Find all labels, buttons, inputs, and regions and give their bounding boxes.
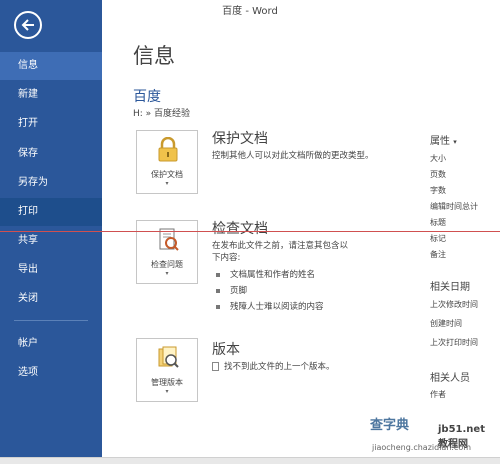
document-small-icon <box>212 362 219 371</box>
properties-header[interactable]: 属性 ▾ <box>430 132 457 147</box>
dropdown-arrow-icon: ▾ <box>165 180 169 187</box>
versions-section-description: 找不到此文件的上一个版本。 <box>212 361 335 373</box>
inspect-section-title: 检查文档 <box>212 221 268 237</box>
people-label: 作者 <box>430 390 446 399</box>
window-title: 百度 - Word <box>222 6 278 17</box>
sidebar-item-close[interactable]: 关闭 <box>0 285 102 313</box>
inspect-bullet-item: 页脚 <box>216 284 247 296</box>
document-path[interactable]: H: » 百度经验 <box>133 106 190 119</box>
dropdown-arrow-icon: ▾ <box>165 388 169 395</box>
inspect-bullet-item: 残障人士难以阅读的内容 <box>216 300 324 312</box>
sidebar-item-new[interactable]: 新建 <box>0 81 102 109</box>
protect-document-button[interactable]: 保护文档 ▾ <box>136 130 198 194</box>
property-label: 标题 <box>430 218 446 227</box>
property-label: 大小 <box>430 154 446 163</box>
sidebar-item-open[interactable]: 打开 <box>0 110 102 138</box>
sidebar-item-account[interactable]: 帐户 <box>0 330 102 358</box>
sidebar-divider <box>14 320 88 321</box>
watermark-url: jiaocheng.chazidian.com <box>372 443 472 452</box>
watermark-text: 查字典 <box>370 418 410 433</box>
manage-versions-button[interactable]: 管理版本 ▾ <box>136 338 198 402</box>
date-label: 创建时间 <box>430 319 462 328</box>
protect-section-description: 控制其他人可以对此文档所做的更改类型。 <box>212 151 374 161</box>
property-label: 页数 <box>430 170 446 179</box>
check-for-issues-label: 检查问题 <box>151 260 183 269</box>
document-name: 百度 <box>133 89 161 105</box>
dropdown-arrow-icon: ▾ <box>453 138 457 146</box>
inspect-bullet-item: 文档属性和作者的姓名 <box>216 268 315 280</box>
versions-section-title: 版本 <box>212 342 240 358</box>
property-label: 备注 <box>430 250 446 259</box>
sidebar-item-save-as[interactable]: 另存为 <box>0 169 102 197</box>
inspect-section-description-line1: 在发布此文件之前，请注意其包含以 <box>212 241 349 251</box>
sidebar-item-options[interactable]: 选项 <box>0 359 102 387</box>
property-label: 字数 <box>430 186 446 195</box>
date-label: 上次修改时间 <box>430 300 478 309</box>
check-for-issues-button[interactable]: 检查问题 ▾ <box>136 220 198 284</box>
property-label: 编辑时间总计 <box>430 202 478 211</box>
annotation-line <box>0 231 500 232</box>
property-label: 标记 <box>430 234 446 243</box>
back-arrow-icon <box>21 19 34 31</box>
sidebar-item-print[interactable]: 打印 <box>0 198 102 226</box>
protect-document-label: 保护文档 <box>151 170 183 179</box>
related-dates-header: 相关日期 <box>430 282 470 293</box>
manage-versions-label: 管理版本 <box>151 378 183 387</box>
versions-icon <box>158 346 179 368</box>
inspect-section-description-line2: 下内容: <box>212 253 241 263</box>
sidebar-item-save[interactable]: 保存 <box>0 140 102 168</box>
date-label: 上次打印时间 <box>430 338 478 347</box>
sidebar-item-info[interactable]: 信息 <box>0 52 102 80</box>
lock-icon <box>158 137 178 162</box>
page-title: 信息 <box>133 44 175 68</box>
protect-section-title: 保护文档 <box>212 131 268 147</box>
sidebar-item-export[interactable]: 导出 <box>0 256 102 284</box>
related-people-header: 相关人员 <box>430 373 470 384</box>
dropdown-arrow-icon: ▾ <box>165 270 169 277</box>
